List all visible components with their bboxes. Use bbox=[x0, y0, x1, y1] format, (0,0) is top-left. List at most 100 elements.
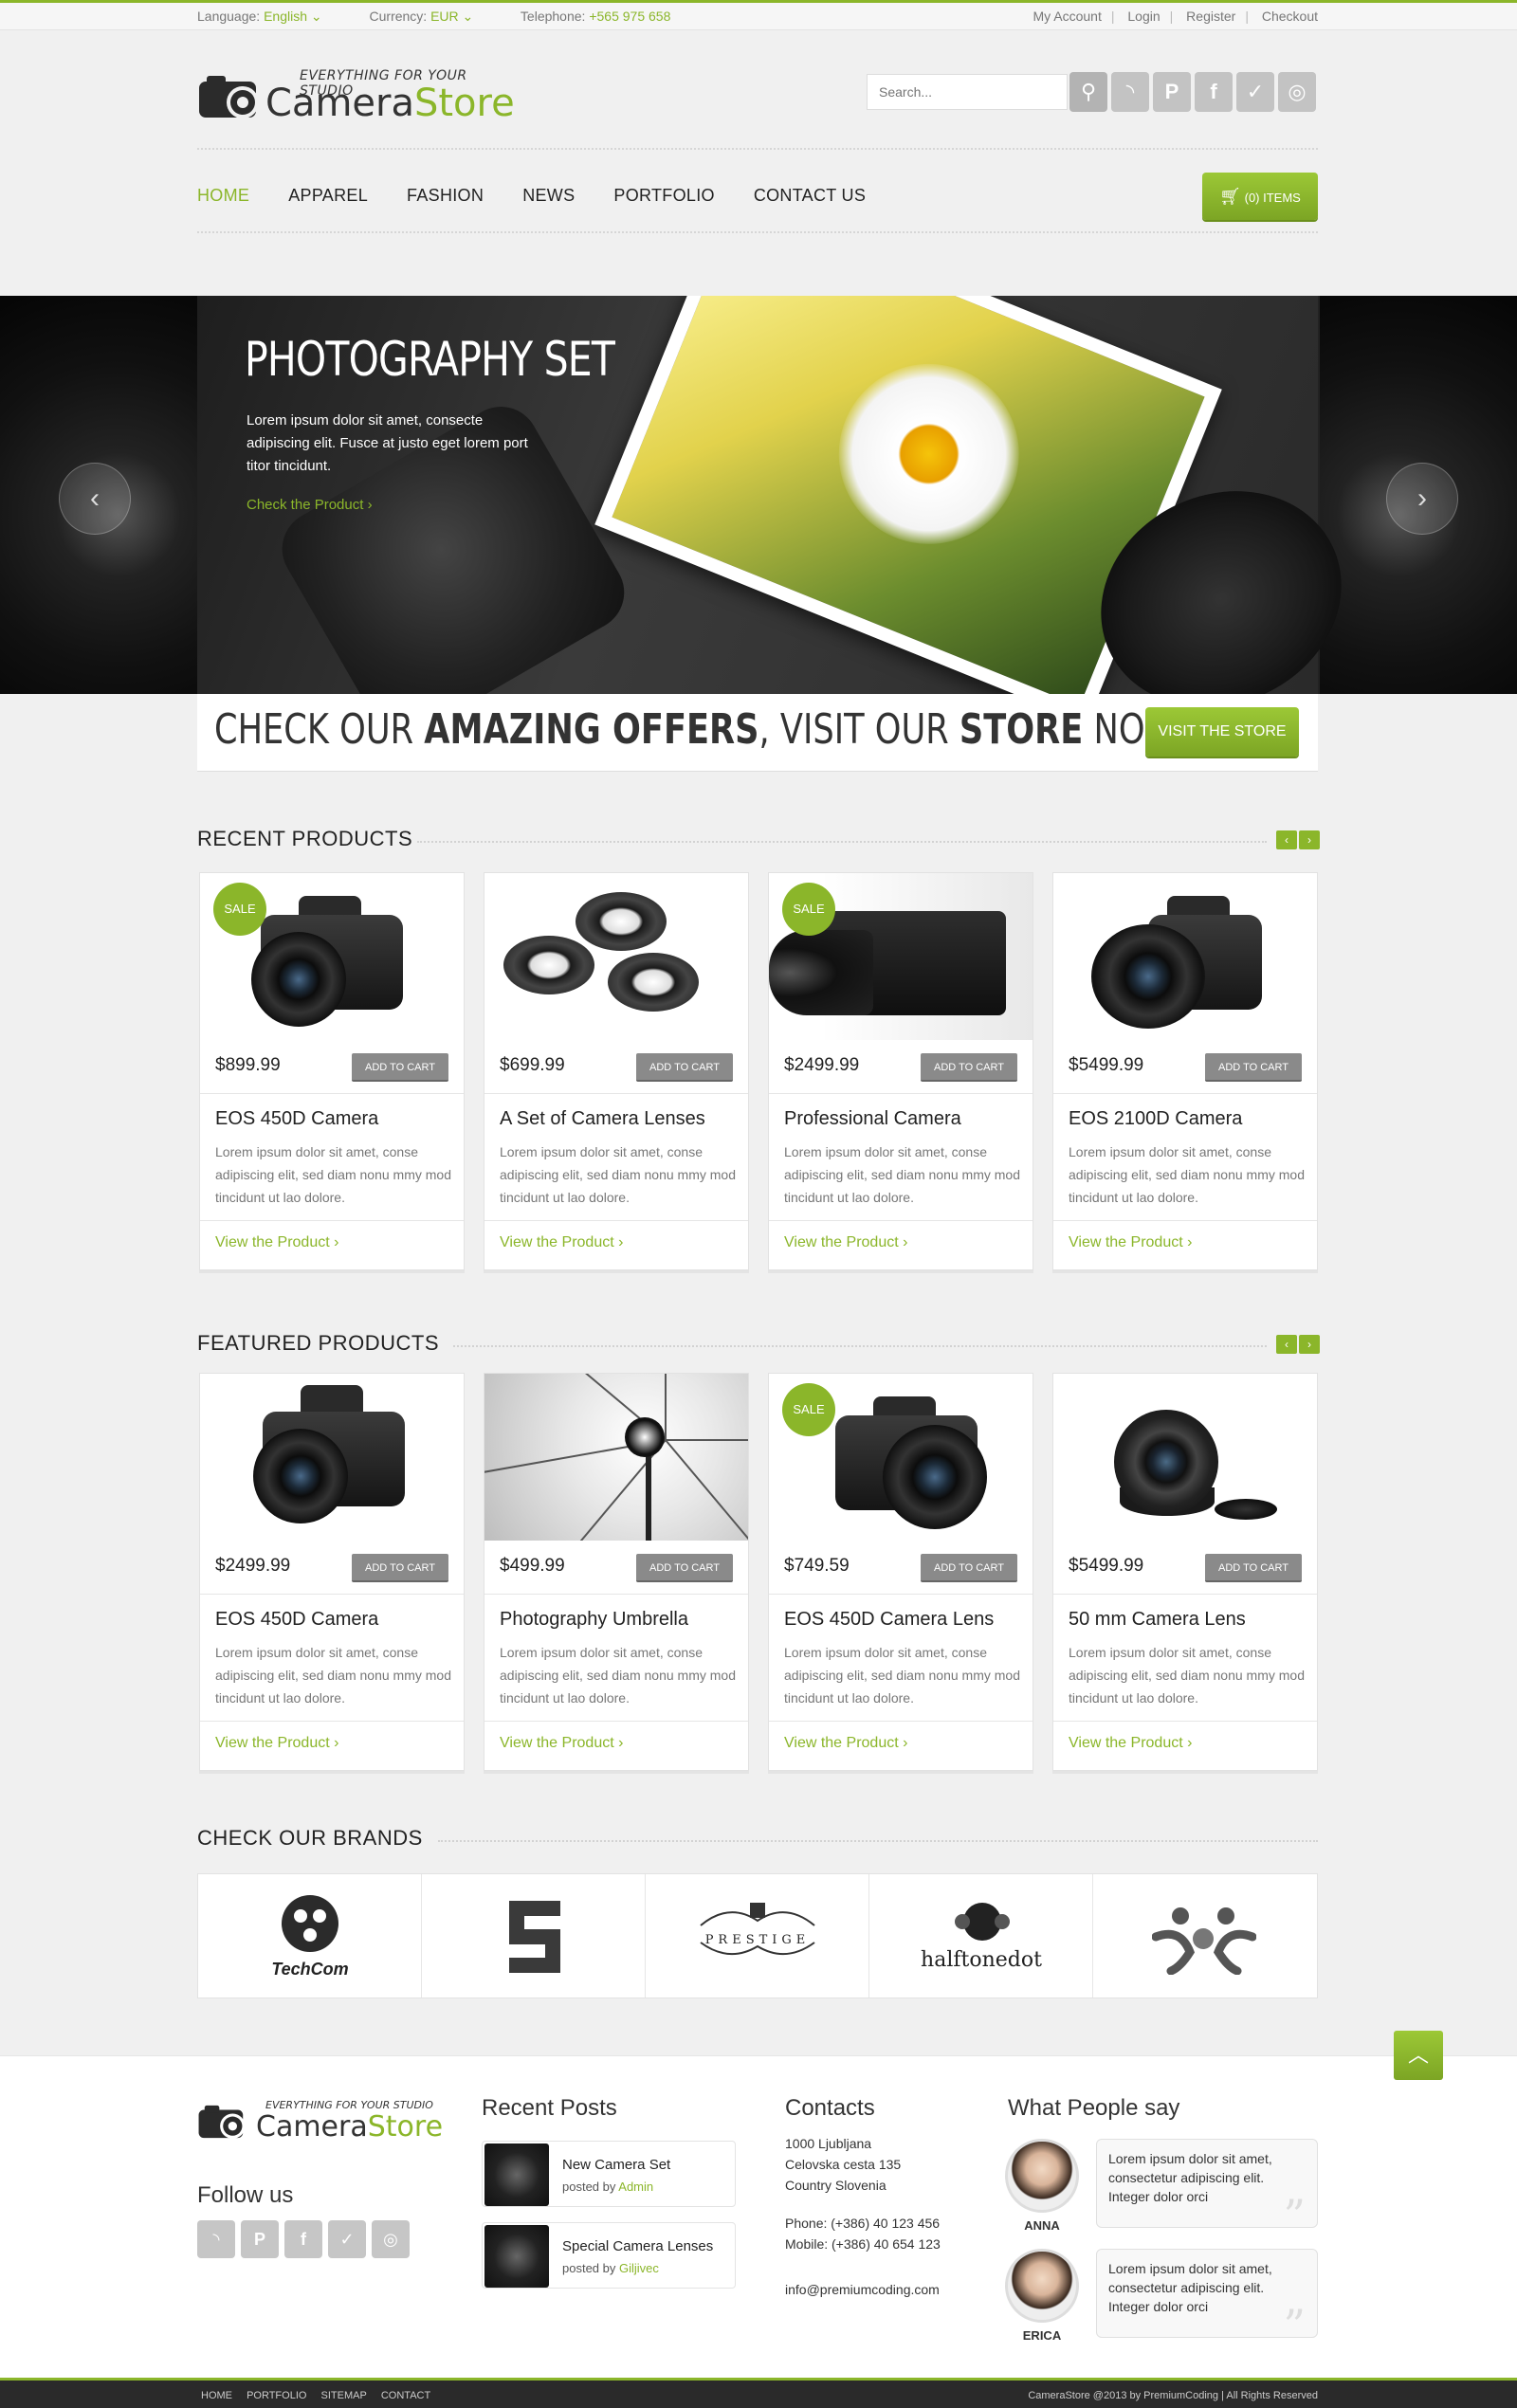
slider-next-button[interactable]: › bbox=[1386, 463, 1458, 535]
sale-badge: SALE bbox=[782, 883, 835, 936]
brand-s-logo[interactable] bbox=[422, 1874, 646, 1998]
footer-link-portfolio[interactable]: PORTFOLIO bbox=[247, 2390, 306, 2401]
product-card: $5499.99 ADD TO CART 50 mm Camera Lens L… bbox=[1052, 1373, 1318, 1771]
footer-link-home[interactable]: HOME bbox=[201, 2390, 232, 2401]
s-logo-icon bbox=[509, 1901, 560, 1973]
recent-post-item[interactable]: New Camera Set posted by Admin bbox=[482, 2141, 736, 2207]
telephone-value: +565 975 658 bbox=[589, 9, 671, 24]
currency-value[interactable]: EUR bbox=[430, 9, 459, 24]
checkout-link[interactable]: Checkout bbox=[1262, 9, 1318, 24]
carousel-prev-button[interactable]: ‹ bbox=[1276, 830, 1297, 849]
view-product-link[interactable]: View the Product › bbox=[1069, 1735, 1192, 1752]
currency-selector[interactable]: Currency: EUR ⌄ bbox=[370, 9, 474, 24]
brand-people-logo[interactable] bbox=[1093, 1874, 1317, 1998]
product-image[interactable] bbox=[1053, 1374, 1317, 1541]
nav-contact-us[interactable]: CONTACT US bbox=[754, 186, 866, 205]
pinterest-button[interactable]: P bbox=[1153, 72, 1191, 112]
product-image[interactable] bbox=[484, 873, 748, 1040]
visit-store-button[interactable]: VISIT THE STORE bbox=[1145, 707, 1299, 757]
footer-link-sitemap[interactable]: SITEMAP bbox=[321, 2390, 367, 2401]
product-title[interactable]: EOS 450D Camera bbox=[215, 1609, 378, 1631]
logo[interactable]: EVERYTHING FOR YOUR STUDIO CameraStore bbox=[197, 64, 515, 127]
brand-techcom[interactable]: TechCom bbox=[198, 1874, 422, 1998]
product-title[interactable]: A Set of Camera Lenses bbox=[500, 1108, 705, 1130]
slider-prev-button[interactable]: ‹ bbox=[59, 463, 131, 535]
footer-facebook-button[interactable]: f bbox=[284, 2220, 322, 2258]
nav-home[interactable]: HOME bbox=[197, 186, 249, 205]
recent-posts-title: Recent Posts bbox=[482, 2095, 617, 2121]
footer-twitter-button[interactable]: ✓ bbox=[328, 2220, 366, 2258]
slide-link[interactable]: Check the Product › bbox=[247, 497, 373, 513]
twitter-button[interactable]: ✓ bbox=[1236, 72, 1274, 112]
product-title[interactable]: EOS 450D Camera Lens bbox=[784, 1609, 994, 1631]
carousel-prev-button[interactable]: ‹ bbox=[1276, 1335, 1297, 1354]
carousel-next-button[interactable]: › bbox=[1299, 830, 1320, 849]
post-title[interactable]: Special Camera Lenses bbox=[562, 2238, 713, 2254]
add-to-cart-button[interactable]: ADD TO CART bbox=[352, 1554, 448, 1582]
view-product-link[interactable]: View the Product › bbox=[215, 1735, 338, 1752]
contact-phone: Phone: (+386) 40 123 456 bbox=[785, 2216, 941, 2231]
add-to-cart-button[interactable]: ADD TO CART bbox=[1205, 1053, 1302, 1082]
view-product-link[interactable]: View the Product › bbox=[784, 1735, 907, 1752]
nav-fashion[interactable]: FASHION bbox=[407, 186, 484, 205]
language-selector[interactable]: Language: English ⌄ bbox=[197, 9, 322, 24]
footer-pinterest-button[interactable]: P bbox=[241, 2220, 279, 2258]
product-title[interactable]: EOS 450D Camera bbox=[215, 1108, 378, 1130]
brand-halftonedot[interactable]: halftonedot bbox=[869, 1874, 1093, 1998]
language-value[interactable]: English bbox=[264, 9, 307, 24]
carousel-next-button[interactable]: › bbox=[1299, 1335, 1320, 1354]
product-image[interactable] bbox=[484, 1374, 748, 1541]
footer-link-contact[interactable]: CONTACT bbox=[381, 2390, 430, 2401]
add-to-cart-button[interactable]: ADD TO CART bbox=[636, 1554, 733, 1582]
back-to-top-button[interactable]: ︿ bbox=[1394, 2031, 1443, 2080]
nav-apparel[interactable]: APPAREL bbox=[288, 186, 368, 205]
post-title[interactable]: New Camera Set bbox=[562, 2157, 670, 2173]
avatar bbox=[1005, 2139, 1079, 2213]
dribbble-button[interactable]: ◎ bbox=[1278, 72, 1316, 112]
view-product-link[interactable]: View the Product › bbox=[1069, 1234, 1192, 1251]
product-title[interactable]: Professional Camera bbox=[784, 1108, 961, 1130]
add-to-cart-button[interactable]: ADD TO CART bbox=[636, 1053, 733, 1082]
chevron-down-icon: ⌄ bbox=[462, 9, 474, 24]
post-meta: posted by Giljivec bbox=[562, 2261, 659, 2275]
recent-post-item[interactable]: Special Camera Lenses posted by Giljivec bbox=[482, 2222, 736, 2289]
my-account-link[interactable]: My Account bbox=[1033, 9, 1101, 24]
footer-logo[interactable]: EVERYTHING FOR YOUR STUDIO CameraStore bbox=[197, 2099, 444, 2143]
facebook-button[interactable]: f bbox=[1195, 72, 1233, 112]
add-to-cart-button[interactable]: ADD TO CART bbox=[352, 1053, 448, 1082]
post-author[interactable]: Admin bbox=[618, 2180, 653, 2194]
view-product-link[interactable]: View the Product › bbox=[784, 1234, 907, 1251]
nav-news[interactable]: NEWS bbox=[522, 186, 575, 205]
brand-prestige[interactable]: PRESTIGE bbox=[646, 1874, 869, 1998]
product-title[interactable]: EOS 2100D Camera bbox=[1069, 1108, 1242, 1130]
login-link[interactable]: Login bbox=[1127, 9, 1160, 24]
add-to-cart-button[interactable]: ADD TO CART bbox=[1205, 1554, 1302, 1582]
pinterest-icon: P bbox=[1164, 80, 1179, 103]
view-product-link[interactable]: View the Product › bbox=[500, 1735, 623, 1752]
search-button[interactable]: ⚲ bbox=[1069, 72, 1107, 112]
product-title[interactable]: Photography Umbrella bbox=[500, 1609, 688, 1631]
search-input[interactable] bbox=[867, 74, 1068, 110]
view-product-link[interactable]: View the Product › bbox=[215, 1234, 338, 1251]
umbrella-image bbox=[484, 1374, 748, 1541]
footer-dribbble-button[interactable]: ◎ bbox=[372, 2220, 410, 2258]
dribbble-icon: ◎ bbox=[1288, 80, 1307, 103]
add-to-cart-button[interactable]: ADD TO CART bbox=[921, 1053, 1017, 1082]
slide-title: PHOTOGRAPHY SET bbox=[245, 332, 615, 387]
view-product-link[interactable]: View the Product › bbox=[500, 1234, 623, 1251]
camera-logo-icon bbox=[198, 2105, 246, 2139]
product-image[interactable] bbox=[1053, 873, 1317, 1040]
contact-email[interactable]: info@premiumcoding.com bbox=[785, 2279, 940, 2300]
logo-text: CameraStore bbox=[265, 82, 515, 125]
contact-mobile: Mobile: (+386) 40 654 123 bbox=[785, 2236, 941, 2252]
footer-rss-button[interactable]: ◝ bbox=[197, 2220, 235, 2258]
add-to-cart-button[interactable]: ADD TO CART bbox=[921, 1554, 1017, 1582]
cart-button[interactable]: 🛒︎ (0) ITEMS bbox=[1202, 173, 1318, 220]
product-image[interactable] bbox=[200, 1374, 464, 1541]
post-author[interactable]: Giljivec bbox=[619, 2261, 659, 2275]
rss-button[interactable]: ◝ bbox=[1111, 72, 1149, 112]
nav-portfolio[interactable]: PORTFOLIO bbox=[613, 186, 714, 205]
register-link[interactable]: Register bbox=[1186, 9, 1235, 24]
section-divider bbox=[438, 1840, 1318, 1844]
product-title[interactable]: 50 mm Camera Lens bbox=[1069, 1609, 1246, 1631]
